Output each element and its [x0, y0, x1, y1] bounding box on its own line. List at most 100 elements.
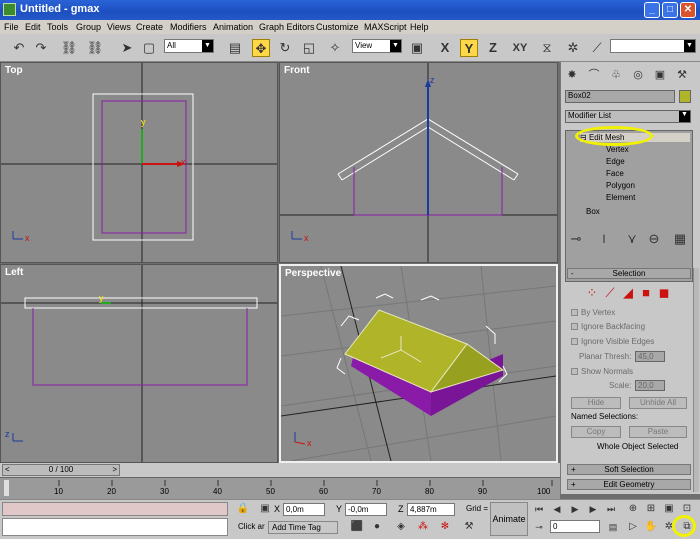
make-unique-icon[interactable]: ⋎ [623, 230, 641, 248]
maxscript-listener-mini[interactable] [2, 502, 228, 516]
axis-xy-button[interactable]: XY [508, 39, 532, 57]
time-slider-track[interactable]: 0 / 100 < > [0, 463, 560, 477]
edge-level-icon[interactable]: ⟋ [601, 284, 619, 302]
scale-icon[interactable]: ◱ [300, 39, 318, 57]
menu-modifiers[interactable]: Modifiers [170, 22, 207, 32]
sphere-icon[interactable]: ● [368, 518, 386, 536]
named-selection-set-dropdown[interactable]: ▼ [610, 39, 696, 53]
mirror-icon[interactable]: ⧖ [538, 39, 556, 57]
move-icon[interactable]: ✥ [252, 39, 270, 57]
animate-button[interactable]: Animate [490, 502, 528, 536]
polygon-level-icon[interactable]: ■ [637, 284, 655, 302]
menu-animation[interactable]: Animation [213, 22, 253, 32]
zoom-extents-icon[interactable]: ▣ [660, 500, 678, 518]
modifier-list-dropdown[interactable]: Modifier List ▼ [565, 110, 691, 123]
viewport-front[interactable]: Front z x [279, 62, 558, 263]
current-frame-input[interactable]: 0 [550, 520, 600, 533]
key-mode-icon[interactable]: ⊸ [530, 518, 548, 536]
z-coord-input[interactable]: 4,887m [407, 503, 455, 516]
face-level-icon[interactable]: ◢ [619, 284, 637, 302]
stack-item-face[interactable]: Face [606, 169, 624, 178]
menu-create[interactable]: Create [136, 22, 163, 32]
play-icon[interactable]: ▶ [566, 500, 584, 518]
align-icon[interactable]: ✲ [564, 39, 582, 57]
menu-edit[interactable]: Edit [25, 22, 41, 32]
modify-tab-icon[interactable]: ⌒ [585, 66, 603, 84]
ignore-visible-edges-checkbox[interactable]: Ignore Visible Edges [571, 337, 654, 346]
remove-modifier-icon[interactable]: ⊖ [645, 230, 663, 248]
menu-maxscript[interactable]: MAXScript [364, 22, 407, 32]
pan-hand-icon[interactable]: ✋ [642, 518, 660, 536]
stack-item-element[interactable]: Element [606, 193, 635, 202]
axis-z-button[interactable]: Z [484, 39, 502, 57]
zoom-all-icon[interactable]: ⊞ [642, 500, 660, 518]
selection-filter-dropdown[interactable]: All ▼ [164, 39, 214, 53]
element-level-icon[interactable]: ◼ [655, 284, 673, 302]
menu-views[interactable]: Views [107, 22, 131, 32]
motion-tab-icon[interactable]: ◎ [629, 66, 647, 84]
configure-sets-icon[interactable]: ▦ [671, 230, 689, 248]
by-vertex-checkbox[interactable]: By Vertex [571, 308, 615, 317]
stack-item-polygon[interactable]: Polygon [606, 181, 635, 190]
vertex-level-icon[interactable]: ⁘ [583, 284, 601, 302]
minimize-button[interactable]: _ [644, 2, 660, 18]
track-bar[interactable]: 10 20 30 40 50 60 70 80 90 100 [0, 477, 560, 499]
hide-button[interactable]: Hide [571, 397, 621, 409]
scale-input[interactable]: 20,0 [635, 380, 665, 391]
viewport-left[interactable]: Left y z [0, 264, 278, 463]
zoom-icon[interactable]: ⊕ [624, 500, 642, 518]
select-manipulate-icon[interactable]: ✧ [326, 39, 344, 57]
show-normals-checkbox[interactable]: Show Normals [571, 367, 633, 376]
viewport-perspective[interactable]: Perspective x [279, 264, 558, 463]
x-coord-input[interactable]: 0,0m [283, 503, 325, 516]
go-to-end-icon[interactable]: ⏭ [602, 500, 620, 518]
create-tab-icon[interactable]: ✸ [563, 66, 581, 84]
menu-customize[interactable]: Customize [316, 22, 359, 32]
command-panel-scrollbar[interactable] [693, 268, 699, 492]
render-icon[interactable]: ⁂ [414, 518, 432, 536]
next-frame-icon[interactable]: ▶ [584, 500, 602, 518]
previous-frame-icon[interactable]: ◀ [548, 500, 566, 518]
box-icon[interactable]: ⬛ [348, 518, 366, 536]
stack-item-vertex[interactable]: Vertex [606, 145, 629, 154]
add-time-tag-button[interactable]: Add Time Tag [268, 521, 338, 534]
rotate-icon[interactable]: ↻ [276, 39, 294, 57]
object-name-field[interactable]: Box02 [565, 90, 675, 103]
display-tab-icon[interactable]: ▣ [651, 66, 669, 84]
planar-thresh-input[interactable]: 45,0 [635, 351, 665, 362]
axis-y-button[interactable]: Y [460, 39, 478, 57]
stack-item-edge[interactable]: Edge [606, 157, 625, 166]
y-coord-input[interactable]: -0,0m [345, 503, 387, 516]
soft-selection-rollout-header[interactable]: + Soft Selection [567, 464, 691, 475]
hierarchy-tab-icon[interactable]: ♧ [607, 66, 625, 84]
object-color-swatch[interactable] [679, 90, 691, 103]
unlink-icon[interactable]: ⛓ [86, 39, 104, 57]
menu-graph-editors[interactable]: Graph Editors [259, 22, 315, 32]
menu-file[interactable]: File [4, 22, 19, 32]
link-icon[interactable]: ⛓ [60, 39, 78, 57]
show-end-result-icon[interactable]: ⏽ [595, 230, 613, 248]
material-icon[interactable]: ✻ [436, 518, 454, 536]
menu-help[interactable]: Help [410, 22, 429, 32]
select-by-name-icon[interactable]: ▤ [226, 39, 244, 57]
paste-button[interactable]: Paste [629, 426, 687, 438]
selection-rollout-header[interactable]: - Selection [567, 268, 691, 279]
app-icon[interactable] [3, 3, 16, 16]
region-select-icon[interactable]: ▢ [140, 39, 158, 57]
axis-x-button[interactable]: X [436, 39, 454, 57]
close-button[interactable]: ✕ [680, 2, 696, 18]
stack-item-box[interactable]: Box [586, 207, 600, 216]
maximize-button[interactable]: □ [662, 2, 678, 18]
snap-icon[interactable]: ⟋ [588, 39, 606, 57]
fov-icon[interactable]: ▷ [624, 518, 642, 536]
snap-toggle-icon[interactable]: ⚒ [460, 518, 478, 536]
ignore-backfacing-checkbox[interactable]: Ignore Backfacing [571, 322, 645, 331]
pin-stack-icon[interactable]: ⊸ [567, 230, 585, 248]
menu-tools[interactable]: Tools [47, 22, 68, 32]
cube-icon[interactable]: ◈ [392, 518, 410, 536]
reference-coord-dropdown[interactable]: View ▼ [352, 39, 402, 53]
select-arrow-icon[interactable]: ➤ [118, 39, 136, 57]
unhide-all-button[interactable]: Unhide All [629, 397, 687, 409]
time-config-icon[interactable]: ▤ [604, 518, 622, 536]
lock-selection-icon[interactable]: 🔒 [234, 500, 252, 518]
